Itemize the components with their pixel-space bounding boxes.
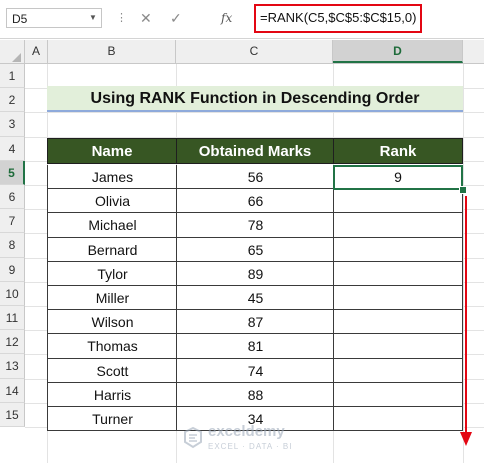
cell-name[interactable]: Wilson [47, 310, 177, 335]
row-header-5[interactable]: 5 [0, 160, 25, 185]
row-header-14[interactable]: 14 [0, 378, 25, 403]
row-header-2[interactable]: 2 [0, 88, 25, 113]
cell-marks[interactable]: 74 [176, 358, 334, 383]
fill-down-arrow-icon [460, 196, 472, 446]
row-header-10[interactable]: 10 [0, 281, 25, 306]
gridline [25, 112, 484, 114]
cell-name[interactable]: Thomas [47, 334, 177, 359]
cell-marks[interactable]: 56 [176, 165, 334, 190]
watermark-brand: exceldemy [208, 423, 285, 440]
cell-name[interactable]: Tylor [47, 261, 177, 286]
cell-marks[interactable]: 65 [176, 237, 334, 262]
row-header-9[interactable]: 9 [0, 257, 25, 282]
cell-rank[interactable] [333, 382, 463, 407]
name-box[interactable]: D5 [6, 8, 102, 28]
row-header-7[interactable]: 7 [0, 209, 25, 234]
name-box-dropdown-icon[interactable]: ▼ [89, 8, 97, 28]
cell-rank[interactable] [333, 286, 463, 311]
table-header-name[interactable]: Name [47, 138, 177, 164]
row-header-4[interactable]: 4 [0, 136, 25, 161]
arrow-head [460, 432, 472, 446]
cell-marks[interactable]: 45 [176, 286, 334, 311]
row-header-15[interactable]: 15 [0, 402, 25, 427]
active-cell-outline [333, 165, 463, 190]
exceldemy-logo-icon [184, 426, 202, 449]
cell-name[interactable]: Olivia [47, 189, 177, 214]
row-header-1[interactable]: 1 [0, 64, 25, 89]
cell-rank[interactable] [333, 334, 463, 359]
cell-name[interactable]: Harris [47, 382, 177, 407]
insert-function-icon[interactable]: fx [221, 8, 232, 28]
cell-name[interactable]: James [47, 165, 177, 190]
cell-rank[interactable] [333, 407, 463, 432]
row-header-6[interactable]: 6 [0, 185, 25, 210]
select-all-icon [12, 53, 21, 62]
formula-input[interactable]: =RANK(C5,$C$5:$C$15,0) [260, 8, 416, 28]
cell-name[interactable]: Turner [47, 407, 177, 432]
row-header-12[interactable]: 12 [0, 330, 25, 355]
column-header-c[interactable]: C [176, 40, 333, 63]
cancel-icon[interactable]: ✕ [140, 8, 152, 28]
cell-marks[interactable]: 87 [176, 310, 334, 335]
cell-rank[interactable] [333, 189, 463, 214]
row-header-3[interactable]: 3 [0, 112, 25, 137]
row-header-8[interactable]: 8 [0, 233, 25, 258]
row-header-13[interactable]: 13 [0, 354, 25, 379]
cell-rank[interactable] [333, 261, 463, 286]
formula-bar-grip-icon: ⋮ [116, 12, 127, 24]
table-header-marks[interactable]: Obtained Marks [176, 138, 334, 164]
watermark: exceldemy EXCEL · DATA · BI [180, 423, 320, 457]
cell-name[interactable]: Miller [47, 286, 177, 311]
column-header-a[interactable]: A [25, 40, 48, 63]
column-header-d[interactable]: D [333, 40, 463, 63]
enter-icon[interactable]: ✓ [170, 8, 182, 28]
cell-name[interactable]: Michael [47, 213, 177, 238]
sheet-title[interactable]: Using RANK Function in Descending Order [47, 86, 463, 112]
table-header-rank[interactable]: Rank [333, 138, 463, 164]
row-header-11[interactable]: 11 [0, 306, 25, 331]
cell-rank[interactable] [333, 213, 463, 238]
cell-marks[interactable]: 81 [176, 334, 334, 359]
cell-rank[interactable] [333, 237, 463, 262]
cell-marks[interactable]: 88 [176, 382, 334, 407]
cell-marks[interactable]: 89 [176, 261, 334, 286]
cell-marks[interactable]: 78 [176, 213, 334, 238]
cell-name[interactable]: Scott [47, 358, 177, 383]
cell-rank[interactable] [333, 310, 463, 335]
column-header-e[interactable] [463, 40, 484, 63]
watermark-tagline: EXCEL · DATA · BI [208, 442, 293, 451]
cell-rank[interactable] [333, 358, 463, 383]
column-header-b[interactable]: B [48, 40, 176, 63]
cell-name[interactable]: Bernard [47, 237, 177, 262]
cell-marks[interactable]: 66 [176, 189, 334, 214]
